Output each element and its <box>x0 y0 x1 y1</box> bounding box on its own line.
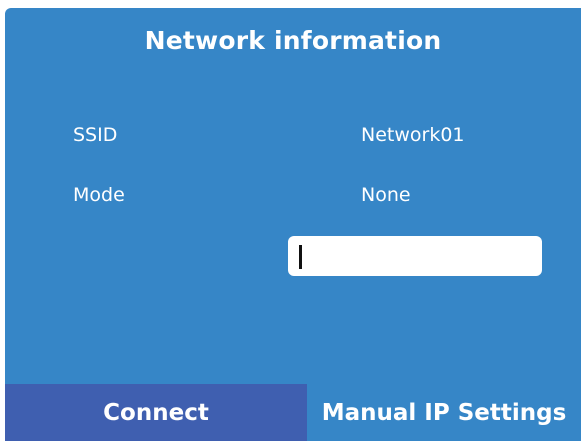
manual-ip-settings-button[interactable]: Manual IP Settings <box>307 384 581 441</box>
connect-button[interactable]: Connect <box>5 384 307 441</box>
network-info-panel: Network information SSID Network01 Mode … <box>5 8 581 441</box>
mode-value: None <box>361 184 411 206</box>
password-input[interactable] <box>288 236 542 276</box>
text-cursor <box>299 245 302 269</box>
ssid-label: SSID <box>73 124 118 146</box>
mode-label: Mode <box>73 184 125 206</box>
panel-title: Network information <box>144 26 442 55</box>
ssid-value: Network01 <box>361 124 465 146</box>
